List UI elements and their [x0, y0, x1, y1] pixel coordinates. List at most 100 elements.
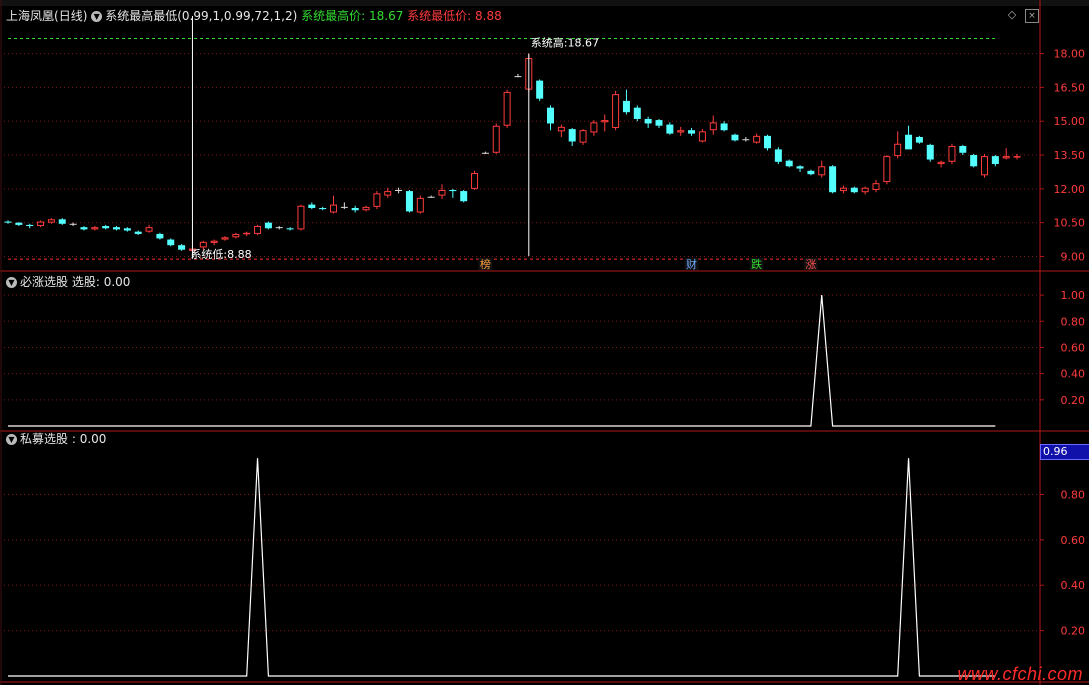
- candle-body: [145, 227, 153, 232]
- y-tick-label: 0.20: [1061, 394, 1086, 407]
- candle-body: [774, 149, 782, 162]
- candle-body: [612, 94, 620, 128]
- candle-body: [264, 222, 272, 229]
- candle-body: [37, 221, 45, 227]
- low-annotation: 系统低:8.88: [190, 248, 251, 261]
- candle-body: [785, 160, 793, 167]
- y-tick-label: 12.00: [1054, 183, 1086, 196]
- candle-body: [720, 123, 728, 131]
- candle-body: [633, 107, 641, 119]
- candle-body: [178, 245, 186, 250]
- candle-body: [622, 100, 630, 113]
- candle-body: [590, 122, 598, 133]
- candle-body: [384, 191, 392, 196]
- event-marker: 财: [686, 257, 697, 271]
- candle-body: [514, 76, 522, 78]
- candle-body: [481, 152, 489, 154]
- candle-body: [330, 204, 337, 213]
- candle-body: [102, 226, 110, 229]
- indicator-line: [8, 458, 996, 677]
- candle-body: [557, 126, 565, 132]
- candle-body: [199, 241, 207, 248]
- candle-body: [319, 208, 327, 210]
- y-tick-label: 18.00: [1054, 48, 1086, 61]
- candle-body: [427, 196, 435, 198]
- candle-body: [243, 232, 251, 235]
- candle-body: [926, 144, 934, 160]
- candle-body: [839, 187, 847, 192]
- candle-body: [568, 129, 576, 142]
- candle-body: [937, 161, 945, 165]
- candle-body: [416, 197, 424, 213]
- candle-body: [373, 193, 381, 207]
- candle-body: [818, 166, 826, 176]
- candle-body: [15, 222, 23, 225]
- candle-body: [297, 205, 305, 230]
- candle-body: [905, 134, 913, 150]
- y-tick-label: 16.50: [1054, 81, 1086, 94]
- candle-body: [167, 239, 175, 246]
- candle-body: [275, 227, 283, 229]
- y-tick-label: 0.60: [1061, 341, 1086, 354]
- event-marker: 榜: [480, 257, 491, 271]
- candle-body: [948, 146, 956, 162]
- candle-body: [688, 130, 696, 134]
- candle-body: [742, 139, 750, 141]
- candle-body: [438, 189, 446, 196]
- candle-body: [644, 118, 652, 124]
- candle-body: [709, 122, 717, 131]
- candle-body: [492, 125, 500, 153]
- high-annotation: 系统高:18.67: [531, 35, 599, 49]
- candle-body: [134, 231, 142, 234]
- candle-body: [254, 226, 262, 234]
- candle-body: [26, 224, 34, 227]
- candle-body: [47, 219, 55, 223]
- candle-body: [991, 156, 999, 165]
- candle-body: [981, 156, 988, 176]
- candle-body: [221, 237, 229, 240]
- y-tick-label: 10.50: [1054, 217, 1086, 230]
- candle-body: [764, 135, 771, 149]
- candle-body: [666, 124, 674, 134]
- event-marker: 涨: [805, 258, 816, 271]
- candle-body: [959, 146, 967, 153]
- candle-body: [210, 240, 218, 243]
- candle-body: [471, 173, 479, 189]
- candle-body: [655, 120, 663, 126]
- y-tick-label: 0.80: [1061, 315, 1086, 328]
- candle-body: [872, 183, 880, 190]
- candle-body: [677, 130, 685, 133]
- event-marker: 跌: [751, 257, 762, 271]
- y-tick-label: 0.60: [1061, 534, 1086, 547]
- candle-body: [4, 221, 12, 223]
- candle-body: [536, 80, 544, 99]
- candle-body: [579, 130, 587, 143]
- candle-body: [362, 206, 370, 211]
- candle-body: [796, 166, 804, 169]
- candle-body: [449, 189, 457, 192]
- candle-body: [883, 156, 891, 183]
- candle-body: [395, 189, 403, 191]
- candle-body: [1002, 156, 1010, 159]
- y-tick-label: 9.00: [1061, 250, 1086, 263]
- candle-body: [829, 166, 837, 193]
- stock-chart[interactable]: 18.00 16.50 15.00 13.50 12.00 10.50 9.00 系统高:1…: [0, 0, 1089, 685]
- candle-body: [1013, 156, 1021, 158]
- candle-body: [232, 233, 240, 238]
- y-tick-label: 0.20: [1061, 625, 1086, 638]
- candle-body: [547, 107, 554, 124]
- candle-body: [731, 134, 739, 141]
- candle-body: [69, 223, 77, 225]
- candle-body: [286, 228, 294, 230]
- candle-body: [123, 228, 131, 231]
- watermark: www.cfchi.com: [957, 664, 1083, 684]
- candle-body: [753, 135, 761, 143]
- candle-body: [58, 219, 66, 224]
- candle-body: [698, 131, 706, 142]
- value-box: 0.96: [1040, 444, 1089, 460]
- candle-body: [503, 91, 511, 126]
- y-tick-label: 1.00: [1061, 289, 1086, 302]
- candle-body: [850, 187, 858, 193]
- y-tick-label: 0.40: [1061, 368, 1086, 381]
- candle-body: [156, 233, 164, 239]
